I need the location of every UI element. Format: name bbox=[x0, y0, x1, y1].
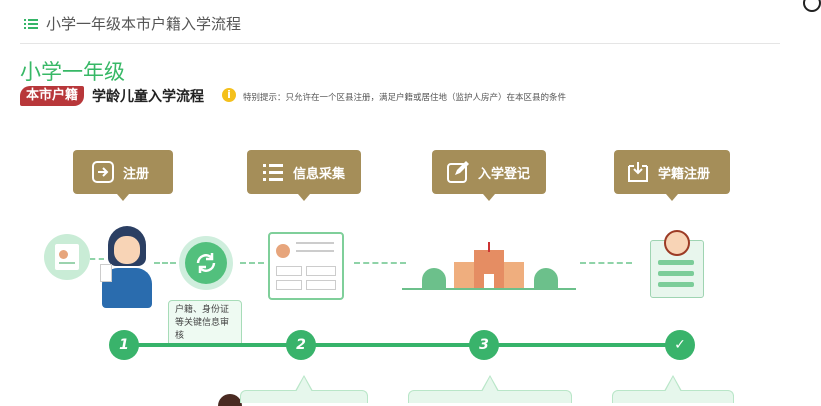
step-register[interactable]: 注册 bbox=[73, 150, 173, 201]
inbox-icon bbox=[626, 160, 650, 184]
timeline-node-1[interactable]: 1 bbox=[109, 330, 139, 360]
timeline-node-2[interactable]: 2 bbox=[286, 330, 316, 360]
step-label: 信息采集 bbox=[293, 166, 346, 182]
timeline-track bbox=[124, 343, 684, 347]
header-divider bbox=[20, 43, 780, 44]
detail-panel-2 bbox=[240, 375, 368, 403]
detail-panel-3 bbox=[408, 375, 572, 403]
info-form-illustration bbox=[268, 232, 344, 300]
step-info-collect[interactable]: 信息采集 bbox=[247, 150, 361, 201]
id-card-illustration bbox=[44, 234, 90, 280]
avatar bbox=[218, 394, 242, 406]
connector bbox=[240, 262, 264, 264]
school-building-illustration bbox=[402, 242, 576, 290]
hukou-badge: 本市户籍 bbox=[20, 86, 85, 106]
connector bbox=[354, 262, 406, 264]
timeline-node-done[interactable]: ✓ bbox=[665, 330, 695, 360]
special-tip: 特别提示：只允许在一个区县注册，满足户籍或居住地（监护人房产）在本区县的条件 bbox=[243, 93, 567, 103]
step-label: 学籍注册 bbox=[658, 166, 711, 182]
login-icon bbox=[91, 160, 115, 184]
detail-panel-4 bbox=[612, 375, 734, 403]
step-label: 注册 bbox=[123, 166, 150, 182]
mother-illustration bbox=[100, 224, 156, 310]
step-enroll-register[interactable]: 入学登记 bbox=[432, 150, 546, 201]
step-status-register[interactable]: 学籍注册 bbox=[614, 150, 730, 201]
list-icon bbox=[261, 160, 285, 184]
list-menu-icon bbox=[24, 18, 38, 30]
info-icon: i bbox=[222, 88, 236, 102]
corner-circle-icon bbox=[803, 0, 821, 12]
edit-icon bbox=[446, 160, 470, 184]
connector bbox=[580, 262, 632, 264]
page-title: 小学一年级本市户籍入学流程 bbox=[46, 15, 242, 33]
timeline-node-3[interactable]: 3 bbox=[469, 330, 499, 360]
connector bbox=[154, 262, 176, 264]
review-note: 户籍、身份证等关键信息审核 bbox=[168, 300, 242, 347]
review-cycle-illustration bbox=[179, 236, 233, 290]
step-label: 入学登记 bbox=[478, 166, 531, 182]
status-card-illustration bbox=[650, 230, 704, 298]
process-title: 学龄儿童入学流程 bbox=[92, 89, 204, 105]
grade-heading: 小学一年级 bbox=[20, 60, 125, 84]
